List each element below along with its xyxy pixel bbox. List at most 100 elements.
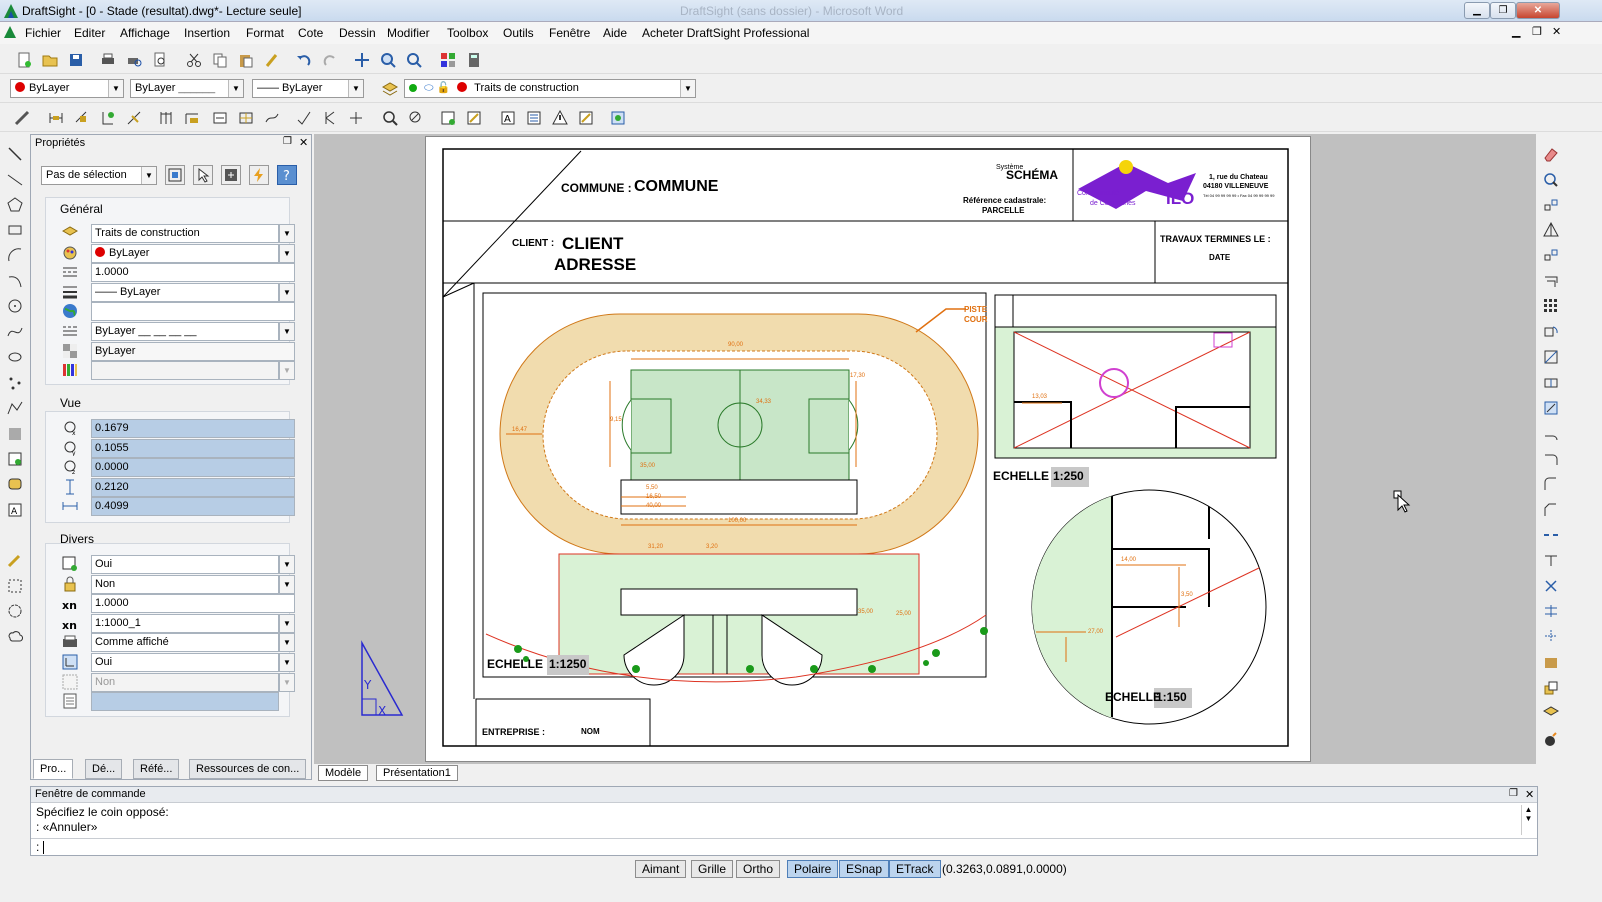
command-input[interactable]: : [31,838,1537,855]
paste-button[interactable] [236,50,256,70]
help-button[interactable]: ? [277,165,297,185]
copy-button[interactable] [210,50,230,70]
prop-layer[interactable]: Traits de construction ▼ [61,224,311,243]
prop-view-width[interactable]: 0.4099 [62,497,311,516]
tool-text-override[interactable] [576,108,596,128]
layer-combo[interactable]: ⬭ 🔓 Traits de construction ▼ [404,79,696,98]
calculator-button[interactable] [464,50,484,70]
menu-format[interactable]: Format [246,26,284,40]
prop-shade-plot[interactable]: Comme affiché ▼ [63,633,311,652]
break-button[interactable] [1541,550,1561,570]
redo-button[interactable] [320,50,340,70]
menu-dessin[interactable]: Dessin [339,26,376,40]
tool-reassociate[interactable] [608,108,628,128]
toggle-esnap[interactable]: ESnap [839,860,890,878]
prop-view-height[interactable]: 0.2120 [66,478,311,497]
tool-tolerance[interactable] [210,108,230,128]
draw-arc2-button[interactable] [5,271,25,291]
cut-button[interactable] [184,50,204,70]
prop-center-y[interactable]: y 0.1055 [64,439,311,458]
tool-text-align[interactable] [524,108,544,128]
prop-lineweight[interactable]: —— ByLayer ▼ [63,283,311,302]
prop-linetype[interactable]: ByLayer __ __ __ __ ▼ [63,322,311,341]
selection-filter-combo[interactable]: Pas de sélection ▼ [41,166,157,185]
close-button[interactable]: ✕ [1516,2,1560,19]
tool-dimension-style[interactable] [438,108,458,128]
draw-infinite-line-button[interactable] [5,170,25,190]
tool-radius-dimension[interactable] [124,108,144,128]
split-button[interactable] [1541,601,1561,621]
copy-entity-button[interactable] [1541,170,1561,190]
scale-button[interactable] [1541,347,1561,367]
pattern-button[interactable] [1541,245,1561,265]
draw-wipeout-button[interactable] [5,576,25,596]
linetype-combo[interactable]: ByLayer ______ ▼ [130,79,244,98]
prop-standard-scale[interactable]: xn 1:1000_1 ▼ [62,614,311,633]
tool-continue-dimension[interactable] [182,108,202,128]
tab-model[interactable]: Modèle [318,765,369,781]
menu-outils[interactable]: Outils [503,26,534,40]
menu-buy-professional[interactable]: Acheter DraftSight Professional [642,26,809,40]
zoom-button[interactable] [378,50,398,70]
draw-hatch-button[interactable] [5,424,25,444]
stretch-button[interactable] [1541,373,1561,393]
menu-toolbox[interactable]: Toolbox [447,26,488,40]
prop-color[interactable]: ByLayer ▼ [63,244,311,263]
drawing-canvas[interactable]: COMMUNE : COMMUNE CLIENT : CLIENT ADRESS… [314,134,1536,764]
extend-button[interactable] [1541,424,1561,444]
panel-tab-properties[interactable]: Pro... [33,759,74,779]
new-file-button[interactable] [14,50,34,70]
draw-arc-button[interactable] [5,245,25,265]
lengthen-button[interactable] [1541,449,1561,469]
align-button[interactable] [1541,626,1561,646]
toggle-ortho[interactable]: Ortho [736,860,781,878]
join-button[interactable] [1541,525,1561,545]
tool-leader[interactable] [262,108,282,128]
menu-fichier[interactable]: Fichier [25,26,61,40]
prop-hyperlink[interactable] [63,302,311,321]
prop-visual-style[interactable] [63,692,311,711]
save-button[interactable] [66,50,86,70]
layer-properties-button[interactable] [380,79,400,99]
open-file-button[interactable] [40,50,60,70]
erase-button[interactable] [1541,144,1561,164]
prop-locked[interactable]: Non ▼ [64,575,311,594]
draw-text-button[interactable]: A [5,500,25,520]
draw-sketch-button[interactable] [5,550,25,570]
toggle-pickadd-button[interactable] [221,165,241,185]
draw-region-button[interactable] [5,474,25,494]
mirror-button[interactable] [1541,195,1561,215]
toggle-polar[interactable]: Polaire [787,860,839,878]
doc-minimize-button[interactable]: ▁ [1512,25,1520,38]
draw-point-button[interactable] [5,373,25,393]
match-properties-button[interactable] [262,50,282,70]
tab-layout1[interactable]: Présentation1 [376,765,458,781]
tool-oblique[interactable] [406,108,426,128]
pan-button[interactable] [352,50,372,70]
tool-update-dimension[interactable] [464,108,484,128]
match-button[interactable] [249,165,269,185]
zoom-window-button[interactable] [404,50,424,70]
tool-arc-length[interactable] [294,108,314,128]
prop-center-z[interactable]: z 0.0000 [64,458,311,477]
undo-button[interactable] [294,50,314,70]
tool-jog[interactable] [320,108,340,128]
color-combo[interactable]: ByLayer ▼ [10,79,124,98]
tool-baseline-dimension[interactable] [156,108,176,128]
draw-polygon-button[interactable] [5,195,25,215]
tool-ordinate-dimension[interactable] [98,108,118,128]
command-scrollbar[interactable]: ▲ ▼ [1521,805,1535,835]
draw-polyline-button[interactable] [5,398,25,418]
draw-spline-button[interactable] [5,322,25,342]
layer-manager-button[interactable] [438,50,458,70]
draw-circle-button[interactable] [5,296,25,316]
toggle-snap[interactable]: Aimant [635,860,687,878]
prop-custom-scale[interactable]: xn 1.0000 [62,594,311,613]
command-close-icon[interactable]: ✕ [1525,788,1534,801]
toggle-etrack[interactable]: ETrack [889,860,941,878]
menu-aide[interactable]: Aide [603,26,627,40]
prop-transparency[interactable]: ByLayer [63,342,311,361]
select-objects-button[interactable] [193,165,213,185]
prop-linetype-scale[interactable]: 1.0000 [63,263,311,282]
doc-restore-button[interactable]: ❐ [1532,25,1542,38]
